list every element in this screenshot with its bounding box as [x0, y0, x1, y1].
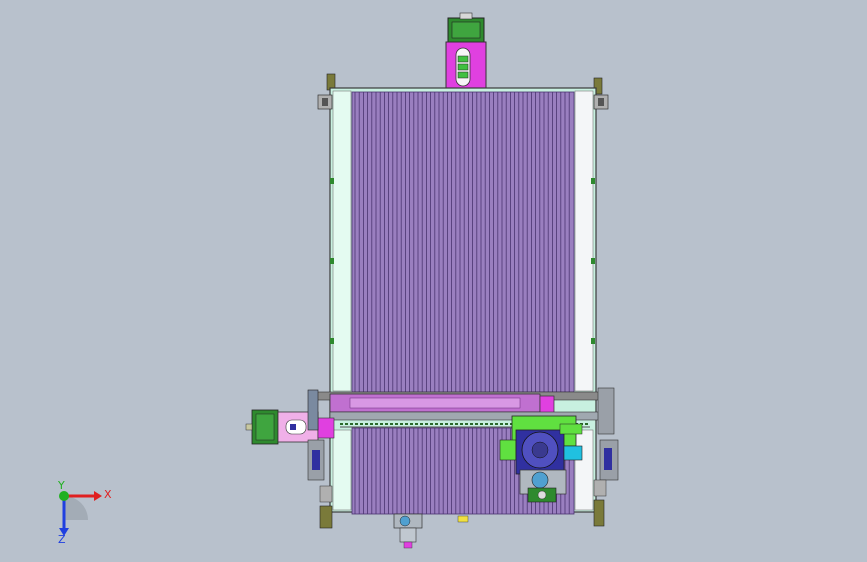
left-drive-motor[interactable]	[245, 409, 335, 445]
x-axis-label: X	[104, 488, 112, 501]
x-axis-arrowhead	[94, 491, 102, 501]
assembly-drawing: X Y Z	[57, 12, 619, 549]
z-axis-label: Z	[58, 533, 66, 546]
top-drive-motor[interactable]	[445, 12, 487, 91]
y-axis-label: Y	[57, 479, 65, 492]
coordinate-triad: X Y Z	[57, 479, 112, 546]
bottom-fitting[interactable]	[393, 513, 469, 549]
cad-viewport[interactable]: X Y Z	[0, 0, 867, 562]
roller-bed-upper[interactable]	[351, 91, 575, 393]
y-axis-dot	[59, 491, 69, 501]
